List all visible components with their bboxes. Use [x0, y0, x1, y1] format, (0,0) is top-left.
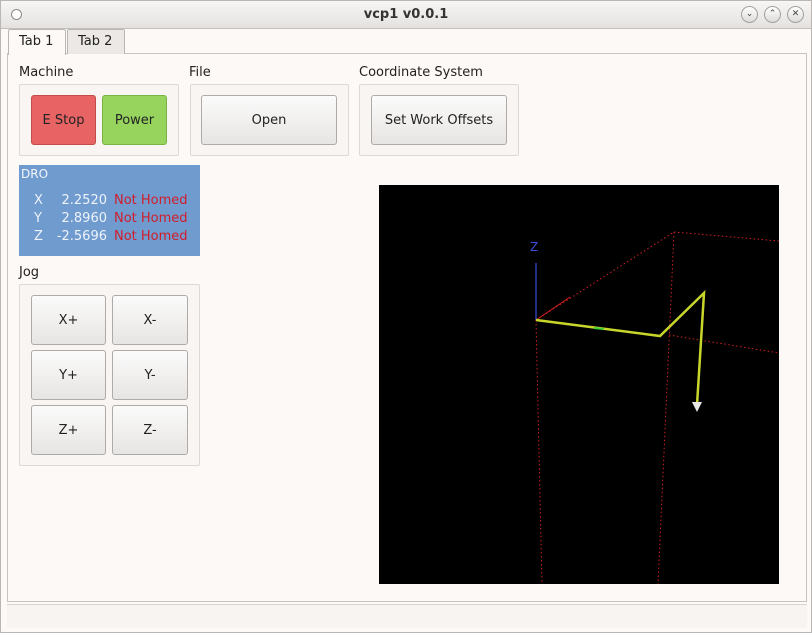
dro-axis-label: X	[34, 193, 43, 208]
set-work-offsets-button[interactable]: Set Work Offsets	[371, 95, 507, 145]
jog-x-plus-button[interactable]: X+	[31, 295, 106, 345]
dro-value: 2.8960	[61, 211, 108, 226]
tab-1[interactable]: Tab 1	[8, 29, 66, 55]
backplot-viewport[interactable]: Z	[379, 185, 780, 585]
open-button[interactable]: Open	[201, 95, 337, 145]
jog-y-plus-button[interactable]: Y+	[31, 350, 106, 400]
title-bar[interactable]: vcp1 v0.0.1 ⌄ ⌃ ✕	[1, 1, 811, 29]
axis-x-line	[535, 296, 571, 321]
jog-label: Jog	[19, 265, 40, 280]
tab-2[interactable]: Tab 2	[67, 29, 125, 54]
jog-y-minus-button[interactable]: Y-	[112, 350, 188, 400]
backplot-canvas: Z	[530, 231, 780, 585]
estop-button[interactable]: E Stop	[31, 95, 96, 145]
limit-edge	[668, 334, 780, 354]
coordinate-system-label: Coordinate System	[359, 65, 483, 80]
dro-axis-label: Y	[34, 211, 42, 226]
minimize-button[interactable]: ⌄	[741, 6, 758, 23]
status-bar	[7, 604, 807, 628]
dro-value: 2.2520	[61, 193, 108, 208]
power-button[interactable]: Power	[102, 95, 167, 145]
machine-label: Machine	[19, 65, 74, 80]
limit-edge	[657, 231, 675, 585]
jog-z-plus-button[interactable]: Z+	[31, 405, 106, 455]
toolpath	[535, 289, 706, 406]
machine-limits	[535, 231, 780, 585]
dro-status: Not Homed	[114, 229, 188, 244]
maximize-button[interactable]: ⌃	[764, 6, 781, 23]
dro-axis-label: Z	[34, 229, 43, 244]
dro-status: Not Homed	[114, 211, 188, 226]
axis-z-label: Z	[530, 240, 538, 254]
dro-row-x: X 2.2520 Not Homed	[19, 193, 200, 211]
main-window: vcp1 v0.0.1 ⌄ ⌃ ✕ Tab 1 Tab 2 Machine E …	[0, 0, 812, 633]
close-button[interactable]: ✕	[787, 6, 804, 23]
dro-row-z: Z -2.5696 Not Homed	[19, 229, 200, 247]
dro-row-y: Y 2.8960 Not Homed	[19, 211, 200, 229]
jog-z-minus-button[interactable]: Z-	[112, 405, 188, 455]
dro-title: DRO	[21, 167, 49, 181]
window-title: vcp1 v0.0.1	[363, 7, 449, 22]
jog-x-minus-button[interactable]: X-	[112, 295, 188, 345]
tool-cone-icon	[692, 402, 702, 412]
limit-edge	[535, 231, 675, 321]
dro-status: Not Homed	[114, 193, 188, 208]
limit-edge	[673, 231, 780, 242]
toolpath-segment	[593, 327, 605, 330]
limit-edge	[535, 319, 543, 585]
dro-value: -2.5696	[56, 229, 107, 244]
file-label: File	[189, 65, 211, 80]
dro-panel: DRO X 2.2520 Not Homed Y 2.8960 Not Home…	[19, 165, 200, 256]
